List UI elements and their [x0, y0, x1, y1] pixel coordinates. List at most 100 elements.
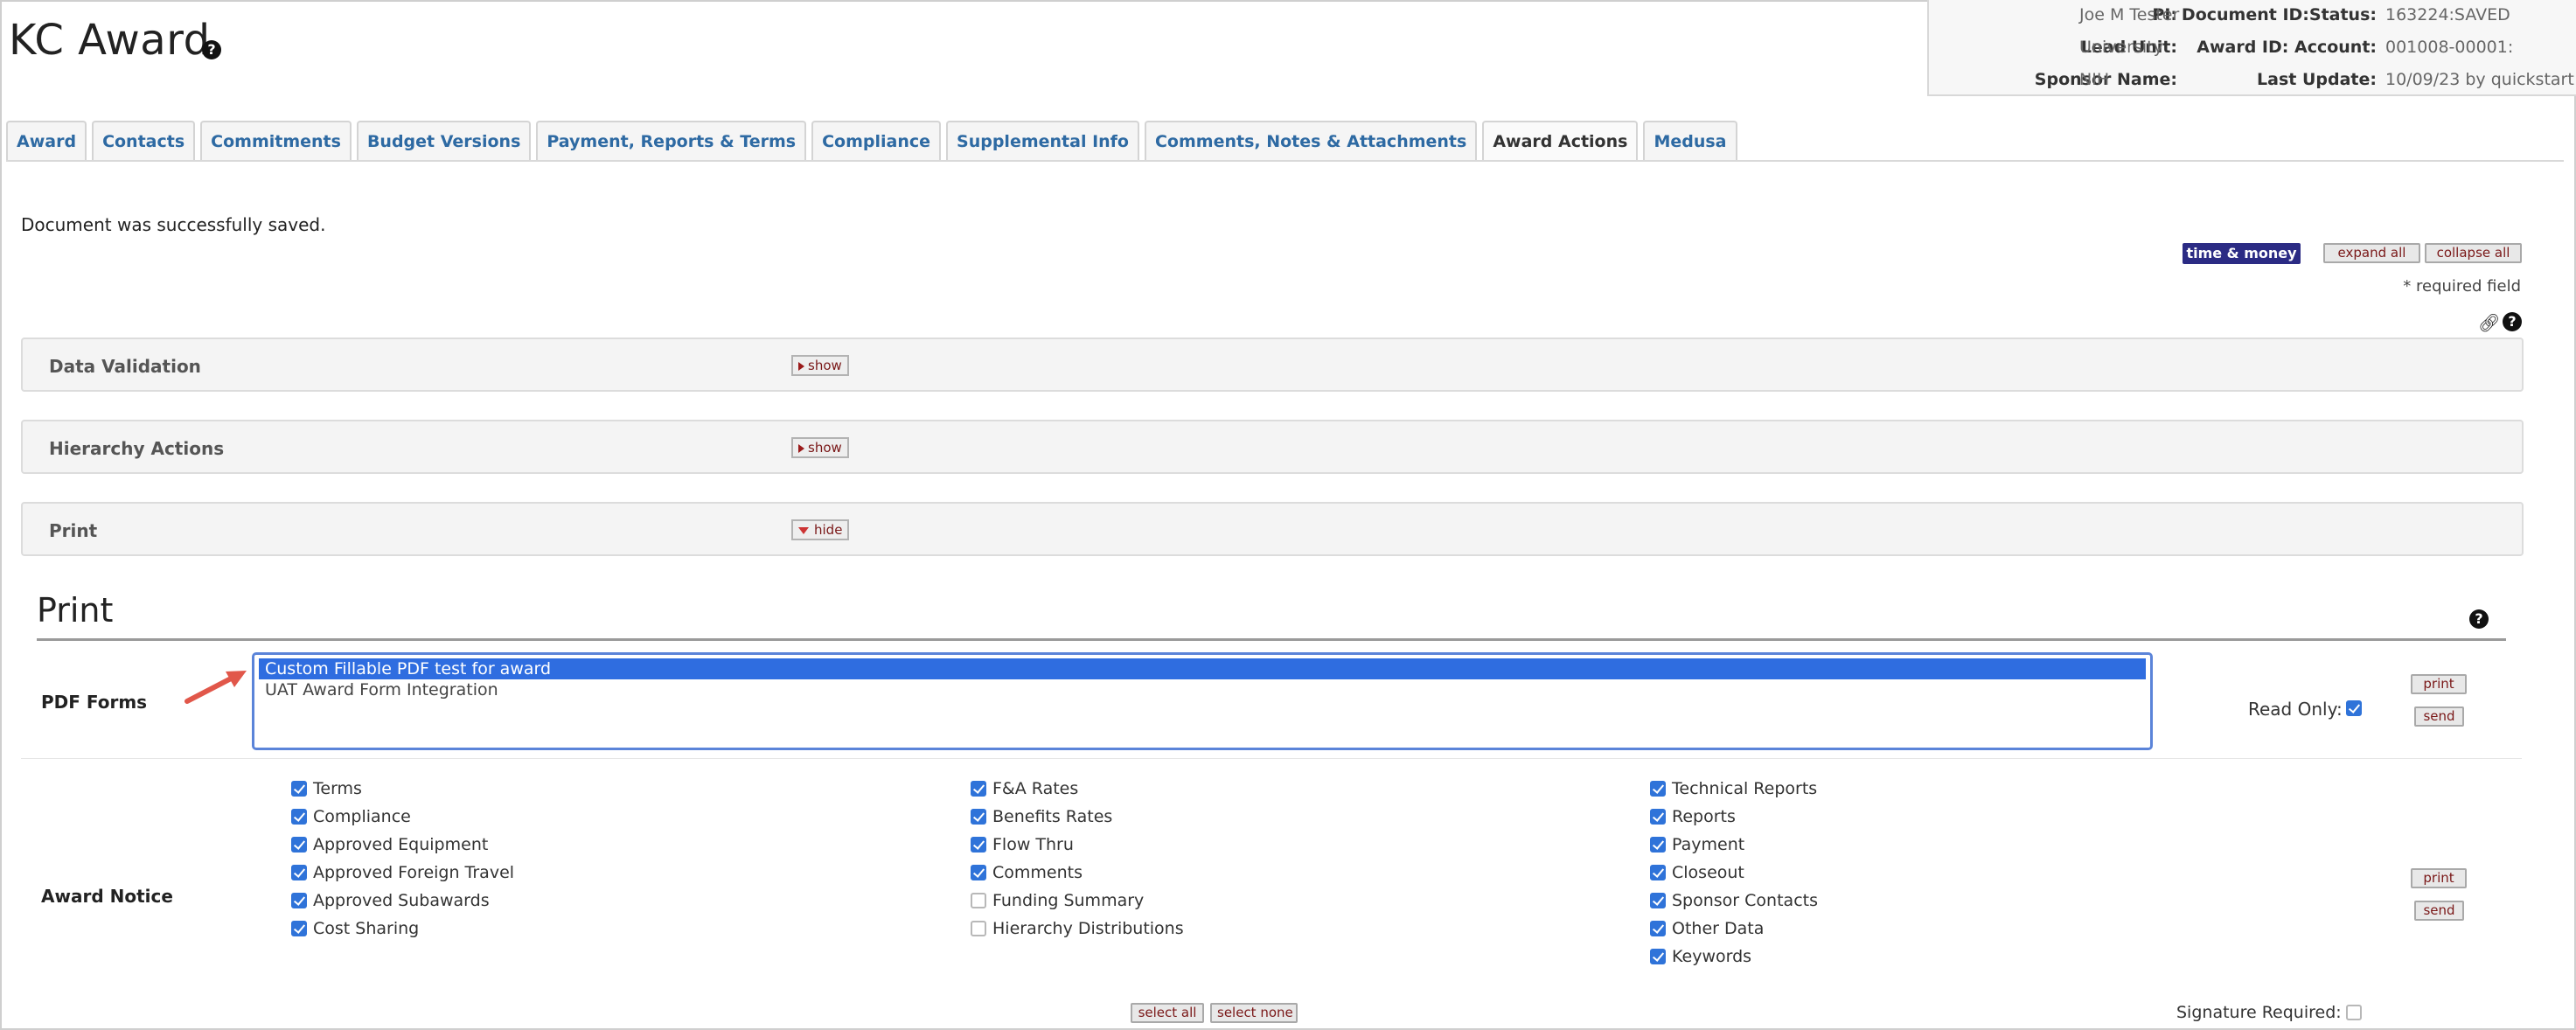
- select-all-button[interactable]: select all: [1131, 1003, 1204, 1023]
- signature-required-label: Signature Required:: [2176, 1003, 2342, 1022]
- arrow-annotation-icon: [184, 671, 247, 704]
- technical-reports-checkbox[interactable]: [1650, 781, 1666, 797]
- tab-contacts[interactable]: Contacts: [92, 121, 196, 161]
- approved-foreign-travel-label: Approved Foreign Travel: [313, 863, 515, 882]
- sponsor-contacts-checkbox[interactable]: [1650, 893, 1666, 908]
- tab-supplemental-info[interactable]: Supplemental Info: [946, 121, 1139, 161]
- print-heading-rule: [37, 638, 2506, 641]
- document-info-panel: PI: Joe M Tester Document ID:Status: 163…: [1927, 0, 2576, 96]
- show-button[interactable]: show: [791, 437, 849, 458]
- payment-label: Payment: [1672, 835, 1745, 854]
- award-id-account-label: Award ID: Account:: [2197, 38, 2377, 57]
- tab-medusa[interactable]: Medusa: [1643, 121, 1737, 161]
- section-title: Hierarchy Actions: [49, 438, 225, 459]
- terms-checkbox[interactable]: [291, 781, 307, 797]
- tab-comments-notes-attachments[interactable]: Comments, Notes & Attachments: [1144, 121, 1478, 161]
- benefits-rates-checkbox[interactable]: [971, 809, 986, 825]
- approved-subawards-label: Approved Subawards: [313, 891, 490, 910]
- other-data-label: Other Data: [1672, 919, 1765, 938]
- comments-label: Comments: [992, 863, 1083, 882]
- tab-commitments[interactable]: Commitments: [200, 121, 352, 161]
- compliance-checkbox[interactable]: [291, 809, 307, 825]
- hide-button[interactable]: hide: [791, 519, 850, 540]
- expand-all-button[interactable]: expand all: [2323, 243, 2420, 263]
- pdf-form-option[interactable]: UAT Award Form Integration: [259, 679, 2146, 700]
- tab-budget-versions[interactable]: Budget Versions: [356, 121, 532, 161]
- tab-payment-reports-terms[interactable]: Payment, Reports & Terms: [536, 121, 807, 161]
- compliance-label: Compliance: [313, 807, 411, 826]
- terms-label: Terms: [313, 779, 362, 798]
- section-print: Print hide: [21, 502, 2524, 556]
- approved-subawards-checkbox[interactable]: [291, 893, 307, 908]
- question-circle-icon[interactable]: ?: [2469, 609, 2489, 629]
- fa-rates-checkbox[interactable]: [971, 781, 986, 797]
- link-icon[interactable]: 🔗︎: [2478, 312, 2500, 333]
- technical-reports-label: Technical Reports: [1672, 779, 1818, 798]
- hierarchy-distributions-label: Hierarchy Distributions: [992, 919, 1184, 938]
- reports-checkbox[interactable]: [1650, 809, 1666, 825]
- funding-summary-label: Funding Summary: [992, 891, 1145, 910]
- approved-foreign-travel-checkbox[interactable]: [291, 865, 307, 880]
- award-notice-print-button[interactable]: print: [2411, 868, 2467, 888]
- tab-divider: [6, 160, 2564, 162]
- signature-required-checkbox[interactable]: [2346, 1005, 2362, 1020]
- caret-right-icon: [798, 443, 804, 453]
- collapse-all-button[interactable]: collapse all: [2425, 243, 2522, 263]
- approved-equipment-label: Approved Equipment: [313, 835, 489, 854]
- closeout-checkbox[interactable]: [1650, 865, 1666, 880]
- flow-thru-checkbox[interactable]: [971, 837, 986, 853]
- closeout-label: Closeout: [1672, 863, 1744, 882]
- section-data-validation: Data Validation show: [21, 338, 2524, 392]
- pdf-forms-label: PDF Forms: [41, 692, 148, 713]
- required-field-note: * required field: [2403, 277, 2521, 296]
- document-id-status-label: Document ID:Status:: [2181, 5, 2377, 24]
- read-only-label: Read Only:: [2248, 699, 2343, 720]
- page-title: KC Award: [9, 16, 211, 65]
- comments-checkbox[interactable]: [971, 865, 986, 880]
- pdf-send-button[interactable]: send: [2414, 706, 2464, 727]
- select-none-button[interactable]: select none: [1210, 1003, 1298, 1023]
- tab-award-actions[interactable]: Award Actions: [1482, 121, 1639, 161]
- flow-thru-label: Flow Thru: [992, 835, 1074, 854]
- tab-compliance[interactable]: Compliance: [811, 121, 942, 161]
- pdf-forms-listbox[interactable]: Custom Fillable PDF test for award UAT A…: [252, 652, 2153, 750]
- print-panel-heading: Print: [37, 591, 114, 630]
- pdf-form-option[interactable]: Custom Fillable PDF test for award: [259, 658, 2146, 679]
- keywords-label: Keywords: [1672, 947, 1752, 966]
- award-id-account-value: 001008-00001:: [2385, 38, 2514, 57]
- last-update-label: Last Update:: [2257, 70, 2377, 89]
- benefits-rates-label: Benefits Rates: [992, 807, 1113, 826]
- tab-award[interactable]: Award: [6, 121, 87, 161]
- pdf-print-button[interactable]: print: [2411, 674, 2467, 694]
- keywords-checkbox[interactable]: [1650, 949, 1666, 964]
- caret-down-icon: [798, 526, 809, 534]
- save-message: Document was successfully saved.: [21, 214, 326, 235]
- award-notice-send-button[interactable]: send: [2414, 901, 2464, 921]
- fa-rates-label: F&A Rates: [992, 779, 1079, 798]
- hierarchy-distributions-checkbox[interactable]: [971, 921, 986, 936]
- last-update-value: 10/09/23 by quickstart: [2385, 70, 2574, 89]
- question-circle-icon[interactable]: ?: [2503, 312, 2522, 331]
- payment-checkbox[interactable]: [1650, 837, 1666, 853]
- cost-sharing-label: Cost Sharing: [313, 919, 420, 938]
- document-id-status-value: 163224:SAVED: [2385, 5, 2510, 24]
- other-data-checkbox[interactable]: [1650, 921, 1666, 936]
- reports-label: Reports: [1672, 807, 1736, 826]
- approved-equipment-checkbox[interactable]: [291, 837, 307, 853]
- funding-summary-checkbox[interactable]: [971, 893, 986, 908]
- tab-bar: Award Contacts Commitments Budget Versio…: [6, 121, 1737, 161]
- section-title: Print: [49, 520, 98, 541]
- show-button[interactable]: show: [791, 355, 849, 376]
- read-only-checkbox[interactable]: [2346, 700, 2362, 716]
- row-divider: [21, 758, 2522, 759]
- caret-right-icon: [798, 361, 804, 371]
- section-title: Data Validation: [49, 356, 201, 377]
- question-circle-icon[interactable]: ?: [202, 40, 221, 59]
- cost-sharing-checkbox[interactable]: [291, 921, 307, 936]
- lead-unit-value: University: [2079, 38, 2163, 57]
- time-and-money-button[interactable]: time & money: [2183, 243, 2301, 264]
- section-hierarchy-actions: Hierarchy Actions show: [21, 420, 2524, 474]
- pi-value: Joe M Tester: [2079, 5, 2180, 24]
- sponsor-contacts-label: Sponsor Contacts: [1672, 891, 1818, 910]
- sponsor-name-value: NIH: [2079, 70, 2110, 89]
